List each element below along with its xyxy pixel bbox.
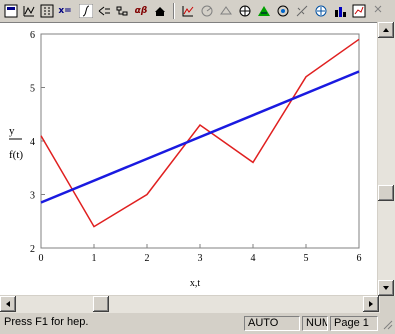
status-num-lock: NUM <box>302 316 328 331</box>
3d-scatter-icon[interactable] <box>256 3 272 19</box>
xy-plot-icon[interactable] <box>180 3 196 19</box>
worksheet-area[interactable]: 2 3 4 5 6 0 1 2 3 4 5 6 y f(t) x,t <box>0 23 378 295</box>
scroll-right-icon[interactable] <box>363 296 379 312</box>
y-tick-label: 3 <box>30 191 35 202</box>
programming-icon[interactable] <box>114 3 130 19</box>
vertical-scroll-thumb[interactable] <box>378 185 394 201</box>
evaluation-icon[interactable]: x= <box>57 3 73 19</box>
calculator-icon[interactable] <box>3 3 19 19</box>
status-help-text: Press F1 for hep. <box>4 316 89 328</box>
x-tick-label: 1 <box>92 253 97 264</box>
status-bar: Press F1 for hep. AUTO NUM Page 1 <box>0 314 395 334</box>
patch-plot-icon[interactable] <box>351 3 367 19</box>
y-tick-label: 6 <box>30 30 35 41</box>
3d-plot-icon[interactable] <box>313 3 329 19</box>
vertical-scrollbar[interactable] <box>377 22 395 296</box>
y-axis-label-f[interactable]: f(t) <box>9 149 23 161</box>
x-tick-label: 5 <box>304 253 309 264</box>
toolbar-separator <box>173 3 175 19</box>
x-tick-label: 6 <box>357 253 362 264</box>
status-page: Page 1 <box>330 316 378 331</box>
x-tick-label: 2 <box>145 253 150 264</box>
surface-plot-icon[interactable] <box>218 3 234 19</box>
calculus-icon[interactable] <box>78 3 94 19</box>
trace-red <box>40 38 360 228</box>
y-tick-label: 5 <box>30 84 35 95</box>
greek-icon[interactable]: αβ <box>133 3 149 19</box>
scroll-left-icon[interactable] <box>0 296 16 312</box>
polar-plot-icon[interactable] <box>199 3 215 19</box>
trace-blue <box>40 70 360 204</box>
scroll-corner <box>380 296 395 313</box>
matrix-icon[interactable] <box>39 3 55 19</box>
boolean-icon[interactable] <box>96 3 112 19</box>
y-tick-label: 4 <box>30 137 35 148</box>
bar-plot-icon[interactable] <box>332 3 348 19</box>
xy-plot[interactable]: 2 3 4 5 6 0 1 2 3 4 5 6 y f(t) x,t <box>0 23 378 295</box>
x-axis-label[interactable]: x,t <box>190 278 201 289</box>
horizontal-scroll-thumb[interactable] <box>93 296 109 312</box>
vector-plot-icon[interactable] <box>370 3 386 19</box>
resize-grip-icon[interactable] <box>381 318 393 330</box>
x-tick-label: 3 <box>198 253 203 264</box>
3d-bar-icon[interactable] <box>275 3 291 19</box>
horizontal-scrollbar[interactable] <box>0 296 380 313</box>
contour-plot-icon[interactable] <box>237 3 253 19</box>
status-calc-mode: AUTO <box>244 316 300 331</box>
vector-field-icon[interactable] <box>294 3 310 19</box>
y-axis-label-y[interactable]: y <box>9 125 15 137</box>
x-tick-label: 4 <box>251 253 256 264</box>
symbolic-icon[interactable] <box>152 3 168 19</box>
y-tick-label: 2 <box>30 244 35 255</box>
plot-frame <box>40 33 360 249</box>
scroll-down-icon[interactable] <box>378 280 394 296</box>
x-tick-label: 0 <box>39 253 44 264</box>
scroll-up-icon[interactable] <box>378 22 394 38</box>
graph-toolbar-icon[interactable] <box>21 3 37 19</box>
math-toolbar: x= αβ <box>0 0 382 23</box>
